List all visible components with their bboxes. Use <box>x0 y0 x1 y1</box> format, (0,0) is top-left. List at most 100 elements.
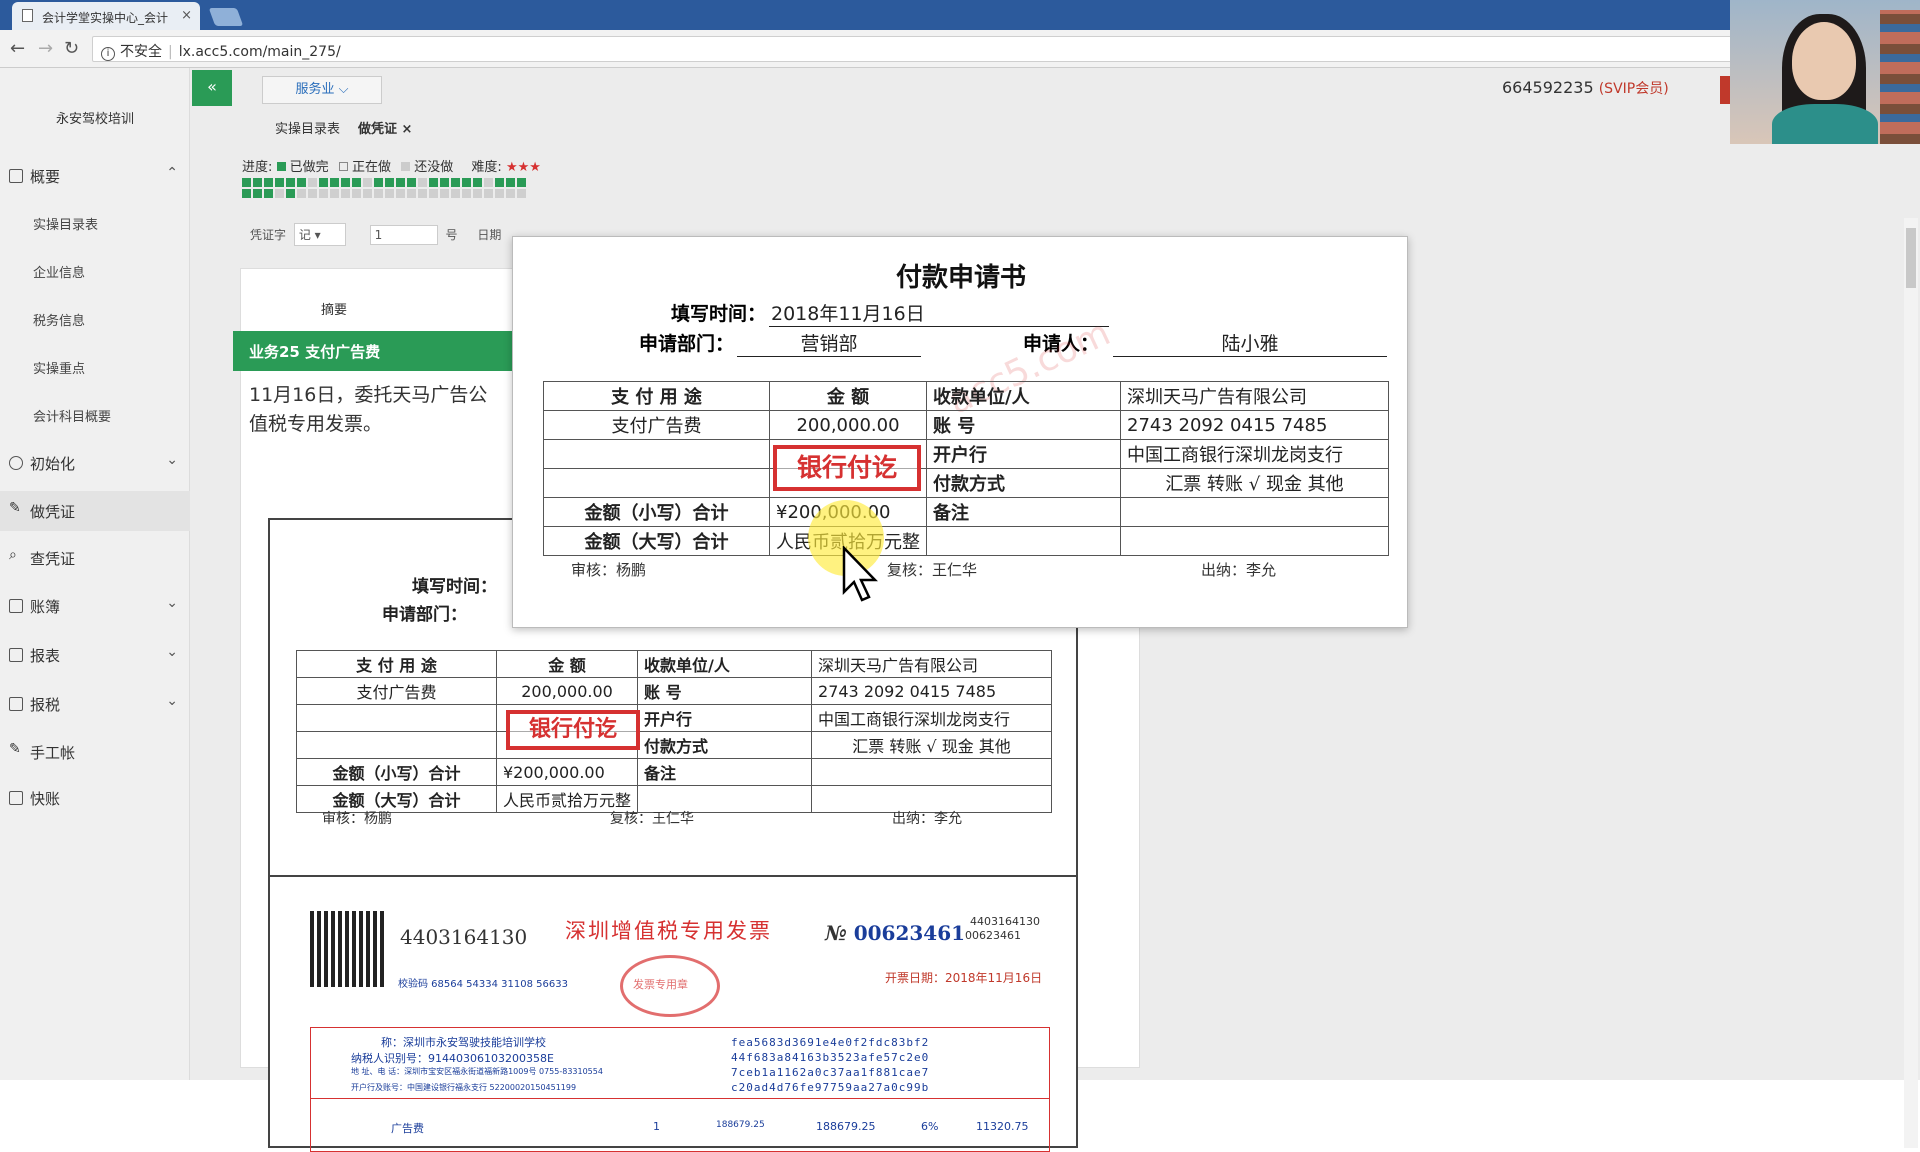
progress-square[interactable] <box>396 189 405 198</box>
progress-square[interactable] <box>319 178 328 187</box>
progress-square[interactable] <box>495 178 504 187</box>
progress-square[interactable] <box>484 178 493 187</box>
chevron-down-icon: ⌄ <box>166 452 178 468</box>
progress-square[interactable] <box>451 178 460 187</box>
progress-square[interactable] <box>308 178 317 187</box>
popup-cashier-sign: 出纳：李允 <box>1201 561 1277 579</box>
amount-value: 200,000.00 <box>495 677 639 705</box>
invoice-number-small: 00623461 <box>965 929 1021 942</box>
progress-square[interactable] <box>253 189 262 198</box>
account-id: 664592235 <box>1502 78 1594 97</box>
forward-icon[interactable]: → <box>38 38 53 59</box>
progress-square[interactable] <box>385 189 394 198</box>
progress-square[interactable] <box>407 178 416 187</box>
star-icon: ★★★ <box>505 160 541 175</box>
sidebar-subitem-accounts[interactable]: 会计科目概要 <box>33 406 111 425</box>
progress-square[interactable] <box>506 189 515 198</box>
close-icon[interactable]: × <box>402 122 413 137</box>
progress-square[interactable] <box>484 189 493 198</box>
progress-square[interactable] <box>319 189 328 198</box>
progress-square[interactable] <box>253 178 262 187</box>
progress-square[interactable] <box>286 189 295 198</box>
progress-square[interactable] <box>275 178 284 187</box>
progress-doing: 正在做 <box>351 160 391 175</box>
progress-square[interactable] <box>451 189 460 198</box>
tab-label: 做凭证 <box>358 122 398 137</box>
progress-square[interactable] <box>495 189 504 198</box>
voucher-number-input[interactable]: 1 <box>369 225 438 245</box>
sidebar-item-reports[interactable]: 报表 ⌄ <box>0 635 190 675</box>
progress-square[interactable] <box>242 189 251 198</box>
progress-square[interactable] <box>264 178 273 187</box>
voucher-word-select[interactable]: 记 ▾ <box>293 223 346 246</box>
progress-square[interactable] <box>363 178 372 187</box>
progress-square[interactable] <box>385 178 394 187</box>
sidebar-item-manual-ledger[interactable]: ✎ 手工帐 <box>0 732 190 772</box>
reload-icon[interactable]: ↻ <box>64 38 79 59</box>
progress-square[interactable] <box>264 189 273 198</box>
progress-square[interactable] <box>440 189 449 198</box>
progress-square[interactable] <box>341 189 350 198</box>
progress-square[interactable] <box>286 178 295 187</box>
industry-dropdown[interactable]: 服务业 ⌵ <box>262 76 382 104</box>
progress-square[interactable] <box>297 178 306 187</box>
progress-square[interactable] <box>374 189 383 198</box>
progress-square[interactable] <box>506 178 515 187</box>
url-input[interactable]: i 不安全 | lx.acc5.com/main_275/ <box>92 36 1732 62</box>
popup-account-label: 账 号 <box>926 410 1121 440</box>
popup-applicant-value: 陆小雅 <box>1113 329 1387 357</box>
progress-square[interactable] <box>352 189 361 198</box>
progress-square[interactable] <box>429 189 438 198</box>
sidebar-item-tax-filing[interactable]: 报税 ⌄ <box>0 684 190 724</box>
progress-done: 已做完 <box>289 160 329 175</box>
progress-square[interactable] <box>473 178 482 187</box>
payment-request-popup[interactable]: 付款申请书 填写时间： 2018年11月16日 申请部门： 营销部 申请人： 陆… <box>512 236 1408 628</box>
sidebar-subitem-catalog[interactable]: 实操目录表 <box>33 214 98 233</box>
progress-square[interactable] <box>242 178 251 187</box>
progress-square[interactable] <box>473 189 482 198</box>
tab-catalog[interactable]: 实操目录表 <box>275 118 340 137</box>
progress-square[interactable] <box>429 178 438 187</box>
item-tax-rate: 6% <box>921 1120 939 1133</box>
progress-square[interactable] <box>517 189 526 198</box>
progress-square[interactable] <box>396 178 405 187</box>
invoice-title: 深圳增值税专用发票 <box>565 919 772 943</box>
sidebar-item-overview[interactable]: 概要 ⌃ <box>0 156 190 196</box>
scrollbar-thumb[interactable] <box>1906 228 1916 288</box>
progress-square[interactable] <box>297 189 306 198</box>
progress-square[interactable] <box>352 178 361 187</box>
progress-square[interactable] <box>517 178 526 187</box>
sidebar-subitem-company[interactable]: 企业信息 <box>33 262 85 281</box>
info-icon[interactable]: i <box>101 47 115 61</box>
popup-dept-value: 营销部 <box>737 329 921 357</box>
progress-square[interactable] <box>330 189 339 198</box>
progress-square[interactable] <box>440 178 449 187</box>
sidebar-item-init[interactable]: 初始化 ⌄ <box>0 443 190 483</box>
progress-square[interactable] <box>462 178 471 187</box>
tab-make-voucher[interactable]: 做凭证 × <box>358 118 412 137</box>
progress-square[interactable] <box>374 178 383 187</box>
sidebar-subitem-tax[interactable]: 税务信息 <box>33 310 85 329</box>
new-tab-button[interactable] <box>208 8 244 26</box>
progress-square[interactable] <box>363 189 372 198</box>
back-icon[interactable]: ← <box>10 38 25 59</box>
page-scrollbar[interactable] <box>1904 218 1918 1148</box>
progress-square[interactable] <box>330 178 339 187</box>
empty-cell <box>926 526 1121 556</box>
sidebar-item-make-voucher[interactable]: ✎ 做凭证 <box>0 491 190 531</box>
progress-square[interactable] <box>407 189 416 198</box>
close-icon[interactable]: × <box>181 8 192 23</box>
browser-tab[interactable]: 会计学堂实操中心_会计 × <box>12 2 200 30</box>
progress-square[interactable] <box>275 189 284 198</box>
sidebar-item-query-voucher[interactable]: ⌕ 查凭证 <box>0 538 190 578</box>
progress-square[interactable] <box>418 178 427 187</box>
progress-todo: 还没做 <box>414 160 454 175</box>
progress-square[interactable] <box>308 189 317 198</box>
sidebar-item-quick-ledger[interactable]: 快账 <box>0 778 190 818</box>
sidebar-subitem-keypoints[interactable]: 实操重点 <box>33 358 85 377</box>
progress-square[interactable] <box>462 189 471 198</box>
collapse-sidebar-button[interactable]: « <box>192 70 232 106</box>
sidebar-item-ledger[interactable]: 账簿 ⌄ <box>0 586 190 626</box>
progress-square[interactable] <box>418 189 427 198</box>
progress-square[interactable] <box>341 178 350 187</box>
